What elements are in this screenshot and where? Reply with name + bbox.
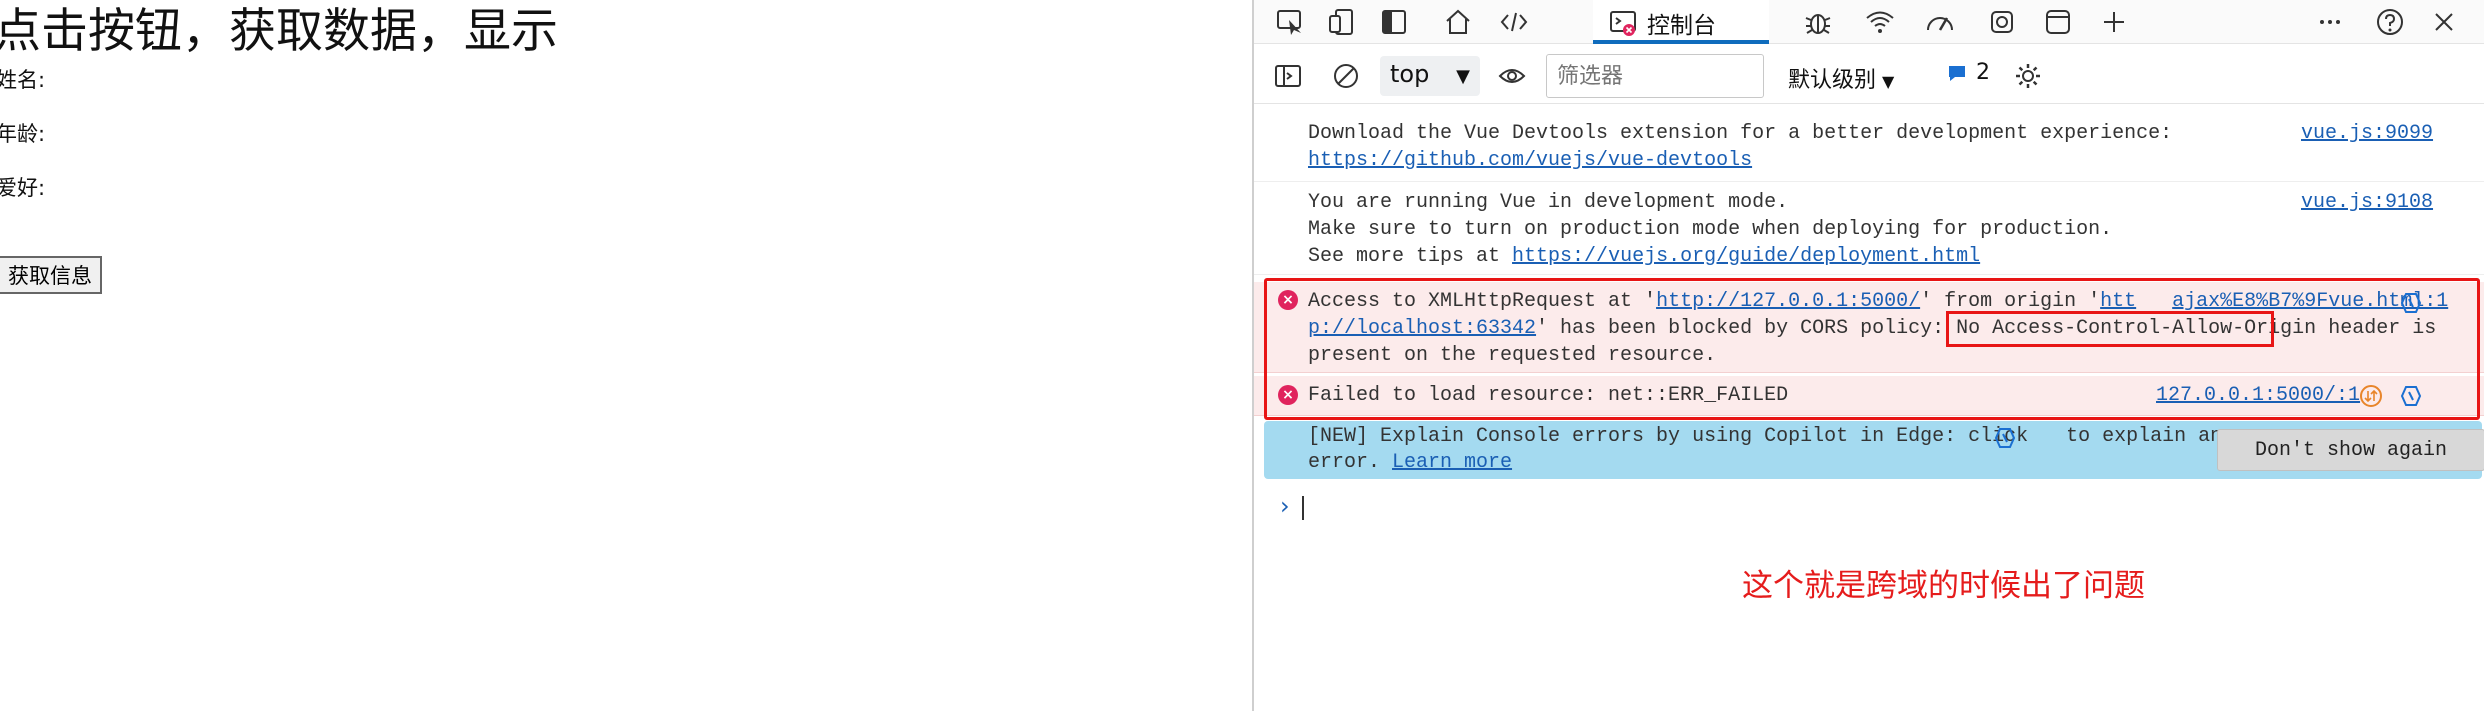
dock-icon[interactable] — [1374, 4, 1414, 40]
message-bubble-icon — [1949, 65, 1965, 81]
name-label: 姓名: — [0, 68, 46, 92]
cors-header-highlight-box — [1946, 311, 2274, 347]
dont-show-again-button[interactable]: Don't show again — [2217, 429, 2484, 471]
copilot-banner: [NEW] Explain Console errors by using Co… — [1264, 421, 2484, 479]
learn-more-link[interactable]: Learn more — [1392, 451, 1512, 474]
banner-text-b: to explain an — [2054, 425, 2223, 448]
deployment-guide-link[interactable]: https://vuejs.org/guide/deployment.html — [1512, 245, 1980, 268]
console-prompt-chevron-icon: › — [1280, 492, 1290, 520]
add-tab-icon[interactable] — [2094, 4, 2134, 40]
source-link[interactable]: vue.js:9108 — [2301, 189, 2433, 216]
log-level-select[interactable]: 默认级别 ▼ — [1788, 62, 1894, 94]
console-settings-icon[interactable] — [2010, 58, 2046, 94]
page-title: 点击按钮，获取数据，显示 — [0, 4, 558, 59]
home-icon[interactable] — [1438, 4, 1478, 40]
performance-icon[interactable] — [1920, 4, 1960, 40]
application-icon[interactable] — [2038, 4, 2078, 40]
console-input-cursor[interactable] — [1302, 496, 1304, 520]
vue-devtools-link[interactable]: https://github.com/vuejs/vue-devtools — [1308, 147, 1752, 174]
console-message-info: You are running Vue in development mode.… — [1254, 183, 2484, 275]
hobby-label: 爱好: — [0, 176, 46, 200]
tab-console[interactable]: 控制台 — [1593, 0, 1769, 44]
console-message-info: Download the Vue Devtools extension for … — [1254, 112, 2484, 182]
sidebar-toggle-icon[interactable] — [1270, 58, 1306, 94]
message-count-value: 2 — [1976, 60, 1990, 85]
message-text: See more tips at https://vuejs.org/guide… — [1308, 243, 1980, 270]
sources-bug-icon[interactable] — [1798, 4, 1838, 40]
context-select[interactable]: top ▼ — [1380, 56, 1480, 96]
web-page: 点击按钮，获取数据，显示 姓名: 年龄: 爱好: 获取信息 — [0, 0, 1252, 711]
devtools-tab-bar: 控制台 — [1254, 0, 2484, 44]
chevron-down-icon: ▼ — [1882, 72, 1895, 91]
clear-console-icon[interactable] — [1328, 58, 1364, 94]
device-emulation-icon[interactable] — [1322, 4, 1362, 40]
network-wifi-icon[interactable] — [1860, 4, 1900, 40]
banner-text-c: error. — [1308, 451, 1393, 474]
copilot-icon — [2028, 423, 2054, 450]
get-info-button[interactable]: 获取信息 — [0, 256, 102, 294]
message-count[interactable]: 2 — [1946, 60, 1990, 85]
tab-console-label: 控制台 — [1647, 13, 1716, 39]
live-expression-eye-icon[interactable] — [1494, 58, 1530, 94]
banner-text: [NEW] Explain Console errors by using Co… — [1308, 423, 2222, 450]
console-icon — [1603, 4, 1643, 40]
context-value: top — [1390, 60, 1430, 88]
banner-text-a: [NEW] Explain Console errors by using Co… — [1308, 425, 2029, 448]
log-level-value: 默认级别 — [1788, 68, 1877, 93]
message-text: You are running Vue in development mode. — [1308, 191, 1789, 214]
devtools-panel: 控制台 top ▼ 筛选器 默认级别 ▼ 2 Download the Vue … — [1252, 0, 2484, 711]
message-text: Download the Vue Devtools extension for … — [1308, 122, 2173, 145]
help-icon[interactable] — [2370, 4, 2410, 40]
inspect-icon[interactable] — [1270, 4, 1310, 40]
filter-input[interactable] — [1546, 54, 1764, 98]
errors-highlight-box — [1264, 278, 2480, 420]
settings-gear-icon[interactable] — [1982, 4, 2022, 40]
chevron-down-icon: ▼ — [1456, 66, 1470, 87]
message-text: Make sure to turn on production mode whe… — [1308, 218, 2113, 241]
elements-icon[interactable] — [1494, 4, 1534, 40]
copilot-icon — [1994, 428, 2016, 448]
more-icon[interactable] — [2310, 4, 2350, 40]
close-icon[interactable] — [2424, 4, 2464, 40]
age-label: 年龄: — [0, 122, 46, 146]
source-link[interactable]: vue.js:9099 — [2301, 120, 2433, 147]
console-toolbar: top ▼ 默认级别 ▼ 2 — [1254, 48, 2484, 104]
tips-prefix: See more tips at — [1308, 245, 1513, 268]
annotation-text: 这个就是跨域的时候出了问题 — [1742, 568, 2145, 604]
banner-text: error. Learn more — [1308, 449, 1512, 476]
